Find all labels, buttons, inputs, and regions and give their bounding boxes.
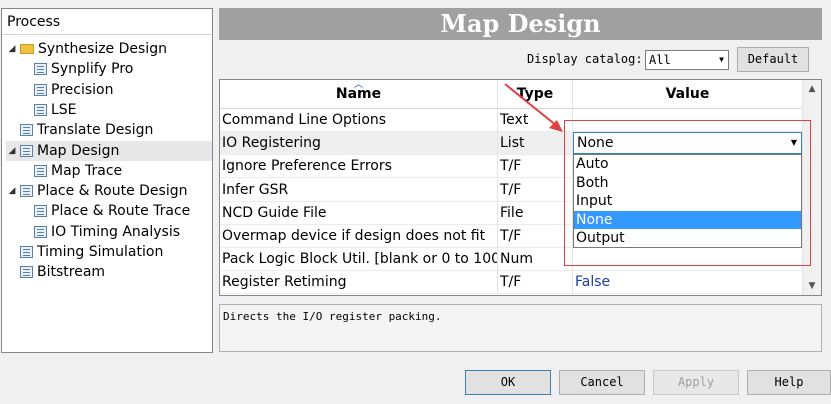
column-header-type[interactable]: Type [498, 80, 573, 109]
cell-name: IO Registering [220, 132, 498, 156]
tree-item-synthesize-design[interactable]: ◢ Synthesize Design [6, 39, 212, 59]
process-icon [20, 185, 33, 198]
display-catalog-value: All [649, 53, 671, 67]
display-catalog-label: Display catalog: [527, 52, 643, 66]
process-icon [34, 83, 47, 96]
cell-type: T/F [498, 271, 573, 295]
cell-name: Command Line Options [220, 109, 498, 132]
process-icon [34, 164, 47, 177]
tree-item-label: Synthesize Design [38, 41, 167, 57]
table-scrollbar[interactable]: ▲ ▼ [802, 80, 821, 295]
ok-button[interactable]: OK [465, 370, 551, 395]
cell-name: Infer GSR [220, 178, 498, 202]
cell-type: T/F [498, 225, 573, 248]
tree-item-bitstream[interactable]: Bitstream [6, 262, 212, 282]
process-icon [20, 246, 33, 258]
expand-arrow-icon[interactable]: ◢ [6, 39, 18, 59]
io-registering-options: Auto Both Input None Output [573, 154, 802, 248]
display-catalog-select[interactable]: All ▼ [645, 50, 729, 70]
option-both[interactable]: Both [574, 174, 801, 193]
scroll-down-icon[interactable]: ▼ [803, 277, 821, 295]
cell-name: Overmap device if design does not fit [220, 225, 498, 248]
tree-item-label: Translate Design [37, 122, 154, 139]
tree-item-place-route-design[interactable]: ◢ Place & Route Design [6, 181, 212, 201]
process-icon [34, 205, 47, 218]
cell-name: Ignore Preference Errors [220, 155, 498, 179]
process-icon [34, 103, 47, 116]
cell-name: NCD Guide File [220, 201, 498, 225]
folder-icon [20, 44, 34, 54]
cell-name: Register Retiming [220, 271, 498, 295]
tree-item-label: Map Design [37, 142, 120, 159]
option-output[interactable]: Output [574, 229, 801, 248]
process-icon [34, 225, 47, 238]
tree-item-label: IO Timing Analysis [51, 223, 181, 240]
tree-item-label: Timing Simulation [37, 244, 164, 260]
cell-type: Num [498, 248, 573, 272]
chevron-down-icon: ▼ [719, 55, 724, 64]
expand-arrow-icon[interactable]: ◢ [6, 141, 18, 161]
process-icon [34, 63, 47, 76]
tree-item-label: Precision [51, 81, 114, 98]
property-description: Directs the I/O register packing. [219, 304, 822, 352]
table-row[interactable]: Pack Logic Block Util. [blank or 0 to 10… [220, 248, 803, 272]
sort-ascending-icon: ︿ [353, 80, 363, 90]
tree-item-label: Map Trace [51, 162, 123, 179]
tree-item-label: Bitstream [37, 264, 106, 281]
tree-item-lse[interactable]: LSE [32, 100, 212, 120]
tree-item-map-trace[interactable]: Map Trace [32, 161, 212, 181]
cell-type: T/F [498, 178, 573, 202]
option-auto[interactable]: Auto [574, 155, 801, 174]
column-header-name[interactable]: ︿ Name [220, 80, 498, 109]
table-row[interactable]: Command Line Options Text [220, 109, 803, 132]
option-none[interactable]: None [574, 210, 801, 229]
io-registering-selected-value: None [577, 135, 614, 151]
cell-type: T/F [498, 155, 573, 179]
cell-name: Pack Logic Block Util. [blank or 0 to 10… [220, 248, 498, 272]
tree-item-place-route-trace[interactable]: Place & Route Trace [32, 201, 212, 221]
tree-item-label: Synplify Pro [51, 61, 134, 78]
tree-item-map-design[interactable]: ◢ Map Design [6, 140, 212, 161]
process-panel-header: Process [2, 9, 212, 35]
cell-value[interactable]: False [573, 271, 803, 294]
tree-item-label: LSE [51, 101, 77, 118]
help-button[interactable]: Help [747, 370, 831, 395]
cell-type: File [498, 201, 573, 225]
process-icon [20, 144, 33, 157]
cell-type: Text [498, 109, 573, 132]
table-row[interactable]: Register Retiming T/F False [220, 271, 803, 295]
scroll-up-icon[interactable]: ▲ [803, 80, 821, 98]
process-icon [20, 124, 33, 137]
cell-type: List [498, 132, 573, 156]
cancel-button[interactable]: Cancel [559, 370, 645, 395]
chevron-down-icon: ▼ [790, 138, 797, 147]
page-title: Map Design [219, 8, 822, 40]
apply-button[interactable]: Apply [653, 370, 739, 395]
io-registering-dropdown[interactable]: None ▼ [573, 132, 802, 154]
tree-item-io-timing-analysis[interactable]: IO Timing Analysis [32, 222, 212, 242]
tree-item-precision[interactable]: Precision [32, 80, 212, 100]
option-input[interactable]: Input [574, 192, 801, 211]
expand-arrow-icon[interactable]: ◢ [6, 181, 18, 201]
column-header-value[interactable]: Value [573, 80, 803, 109]
tree-item-label: Place & Route Trace [51, 203, 191, 220]
tree-item-translate-design[interactable]: Translate Design [6, 120, 212, 140]
default-button[interactable]: Default [737, 47, 809, 72]
tree-item-timing-simulation[interactable]: Timing Simulation [6, 242, 212, 262]
process-icon [20, 266, 33, 279]
tree-item-label: Place & Route Design [37, 183, 188, 200]
tree-item-synplify-pro[interactable]: Synplify Pro [32, 59, 212, 79]
process-panel: Process ◢ Synthesize Design Synplify Pro Pr… [1, 8, 213, 353]
